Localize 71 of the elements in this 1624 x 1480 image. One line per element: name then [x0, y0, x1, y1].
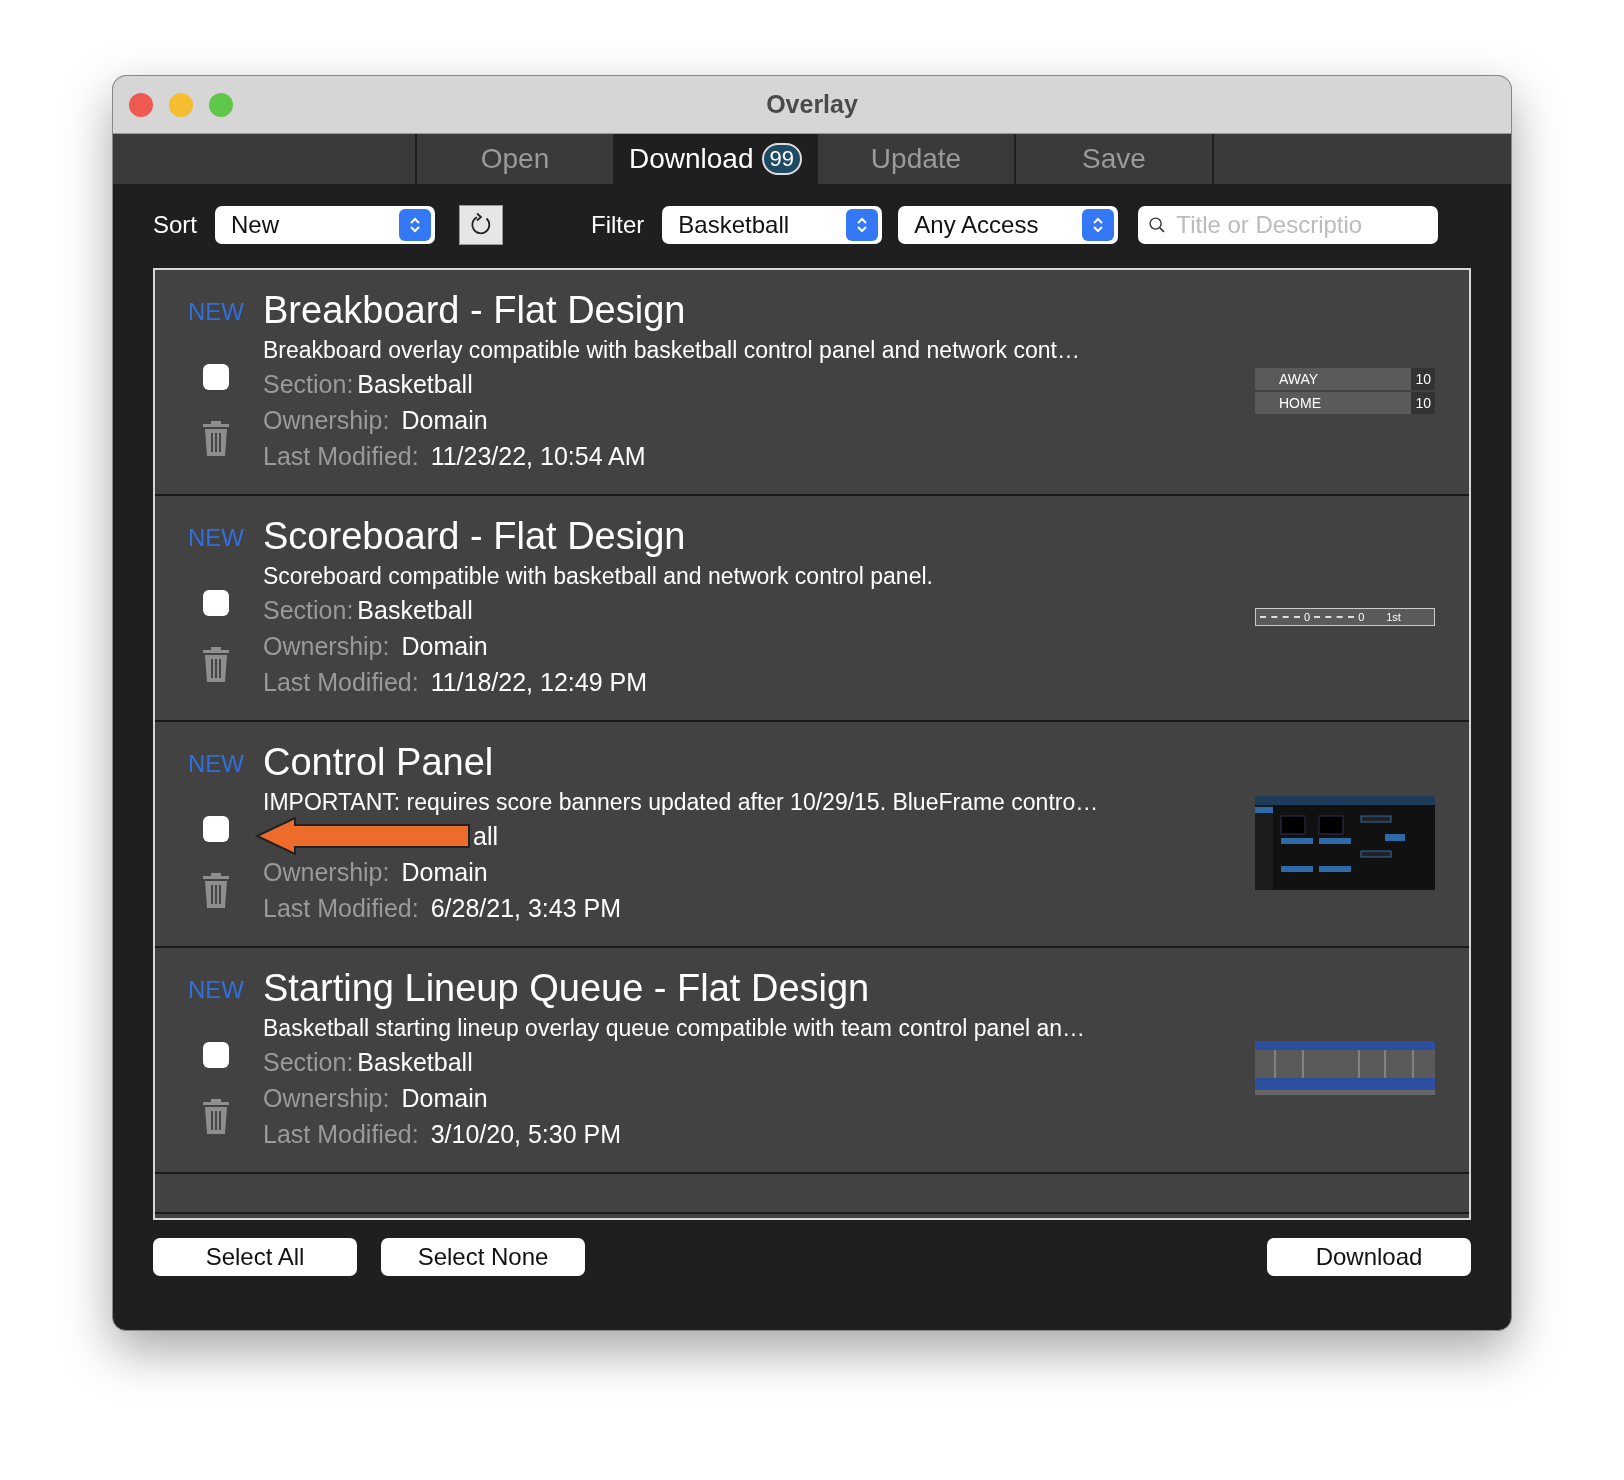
meta-value: Domain [401, 405, 488, 436]
meta-label: Section: [263, 595, 354, 626]
select-none-button[interactable]: Select None [381, 1238, 585, 1276]
meta-label: Ownership: [263, 405, 390, 436]
meta-value: Basketball [357, 1047, 473, 1078]
preview-score: 10 [1411, 368, 1435, 390]
item-description: Breakboard overlay compatible with basketball control panel and network cont… [263, 336, 1080, 365]
list-row[interactable]: NEW Control Panel IMPORTANT: requires score banners updated after 10/29/15. BlueFrame contro… all Ownership: Domain Last Modified: 6/28/21, 3:43 PM [155, 722, 1469, 948]
meta-value: Domain [401, 857, 488, 888]
meta-label: Last Modified: [263, 893, 419, 924]
list-row[interactable]: NEW Scoreboard - Flat Design Scoreboard compatible with basketball and network control panel. Section: Basketball Ownership: Domain Last Modified: 11/18/22, 12:49 PM 0 0 1st [155, 496, 1469, 722]
stepper-icon [1082, 209, 1115, 241]
new-label: NEW [188, 976, 244, 1004]
item-title: Control Panel [263, 740, 494, 784]
item-description: Basketball starting lineup overlay queue compatible with team control panel an… [263, 1014, 1086, 1043]
preview-score: 0 [1358, 611, 1365, 623]
checkbox[interactable] [203, 364, 229, 390]
trash-icon[interactable] [200, 1096, 232, 1136]
access-dropdown[interactable]: Any Access [898, 206, 1119, 244]
trash-icon[interactable] [200, 644, 232, 684]
meta-value: 6/28/21, 3:43 PM [430, 893, 622, 924]
filter-dropdown[interactable]: Basketball [662, 206, 883, 244]
preview-period: 1st [1386, 611, 1401, 623]
select-all-button[interactable]: Select All [153, 1238, 357, 1276]
meta-label: Ownership: [263, 857, 390, 888]
new-label: NEW [188, 750, 244, 778]
checkbox[interactable] [203, 816, 229, 842]
meta-label: Section: [263, 369, 354, 400]
meta-label: Section: [263, 1047, 354, 1078]
preview-team: AWAY [1278, 371, 1320, 387]
meta-value: Domain [401, 1083, 488, 1114]
window-title: Overlay [766, 90, 858, 119]
meta-label: Ownership: [263, 631, 390, 662]
meta-label: Last Modified: [263, 1119, 419, 1150]
list-row[interactable]: NEW Breakboard - Flat Design Breakboard overlay compatible with basketball control panel and network cont… Section: Basketball Ownership: Domain Last Modified: 11/23/22, 10:54 AM AWAY 10 HOME 10 [155, 270, 1469, 496]
meta-value: Basketball [357, 369, 473, 400]
meta-label: Last Modified: [263, 667, 419, 698]
meta-label: Ownership: [263, 1083, 390, 1114]
preview-score: 10 [1411, 392, 1435, 414]
checkbox[interactable] [203, 590, 229, 616]
sort-dropdown[interactable]: New [215, 206, 435, 244]
new-label: NEW [188, 298, 244, 326]
sort-label: Sort [153, 211, 197, 239]
preview-score: 0 [1304, 611, 1311, 623]
checkbox[interactable] [203, 1042, 229, 1068]
item-title: Starting Lineup Queue - Flat Design [263, 966, 870, 1010]
meta-value: 11/18/22, 12:49 PM [430, 667, 647, 698]
stepper-icon [399, 209, 431, 241]
download-button[interactable]: Download [1267, 1238, 1471, 1276]
tab[interactable]: Download 99 [615, 134, 818, 184]
refresh-button[interactable] [459, 205, 503, 245]
preview-team: HOME [1278, 395, 1322, 411]
meta-value: Domain [401, 631, 488, 662]
item-title: Scoreboard - Flat Design [263, 514, 686, 558]
close-button[interactable] [129, 93, 153, 117]
item-description: Scoreboard compatible with basketball and network control panel. [263, 562, 933, 591]
trash-icon[interactable] [200, 870, 232, 910]
trash-icon[interactable] [200, 418, 232, 458]
search-field[interactable]: Title or Descriptio [1138, 206, 1439, 244]
list-row[interactable]: NEW Starting Lineup Queue - Flat Design Basketball starting lineup overlay queue compatible with team control panel an… Section: Basketball Ownership: Domain Last Modified: 3/10/20, 5:30 PM [155, 948, 1469, 1174]
count-badge: 99 [761, 143, 802, 175]
item-description: IMPORTANT: requires score banners updated after 10/29/15. BlueFrame contro… [263, 788, 1099, 817]
meta-value: all [473, 821, 498, 852]
item-title: Breakboard - Flat Design [263, 288, 686, 332]
meta-value: Basketball [357, 595, 473, 626]
meta-label: Last Modified: [263, 441, 419, 472]
meta-value: 3/10/20, 5:30 PM [430, 1119, 622, 1150]
meta-value: 11/23/22, 10:54 AM [430, 441, 646, 472]
new-label: NEW [188, 524, 244, 552]
filter-label: Filter [591, 211, 645, 239]
stepper-icon [846, 209, 879, 241]
